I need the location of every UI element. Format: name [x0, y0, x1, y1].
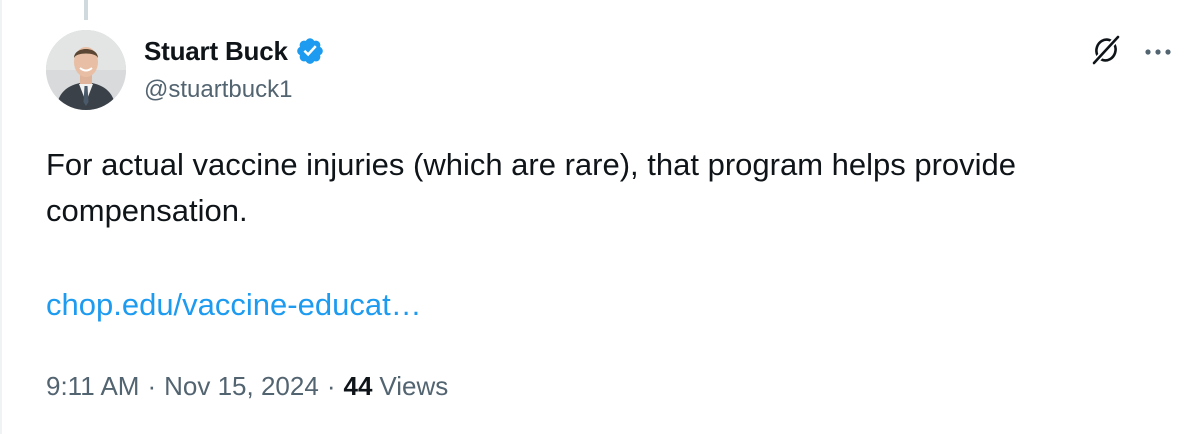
- tweet-link[interactable]: chop.edu/vaccine-educat…: [46, 282, 422, 328]
- tweet-left-border: [0, 0, 2, 434]
- avatar[interactable]: [46, 30, 126, 110]
- views-label: Views: [379, 371, 449, 401]
- author-name-row: Stuart Buck: [144, 33, 325, 69]
- tweet-metadata: 9:11 AM · Nov 15, 2024 · 44 Views: [46, 366, 448, 406]
- tweet-time[interactable]: 9:11 AM: [46, 366, 139, 406]
- tweet-text: For actual vaccine injuries (which are r…: [46, 147, 1017, 228]
- thread-connector-line: [84, 0, 88, 20]
- grok-icon[interactable]: [1090, 34, 1122, 66]
- views-count: 44: [343, 371, 373, 401]
- meta-separator: ·: [326, 371, 336, 401]
- avatar-photo: [46, 30, 126, 110]
- more-options-icon[interactable]: [1142, 40, 1174, 64]
- author-handle[interactable]: @stuartbuck1: [144, 76, 292, 104]
- author-display-name[interactable]: Stuart Buck: [144, 36, 288, 67]
- meta-separator: ·: [147, 371, 157, 401]
- verified-badge-icon[interactable]: [295, 36, 325, 66]
- tweet-date[interactable]: Nov 15, 2024: [164, 366, 319, 406]
